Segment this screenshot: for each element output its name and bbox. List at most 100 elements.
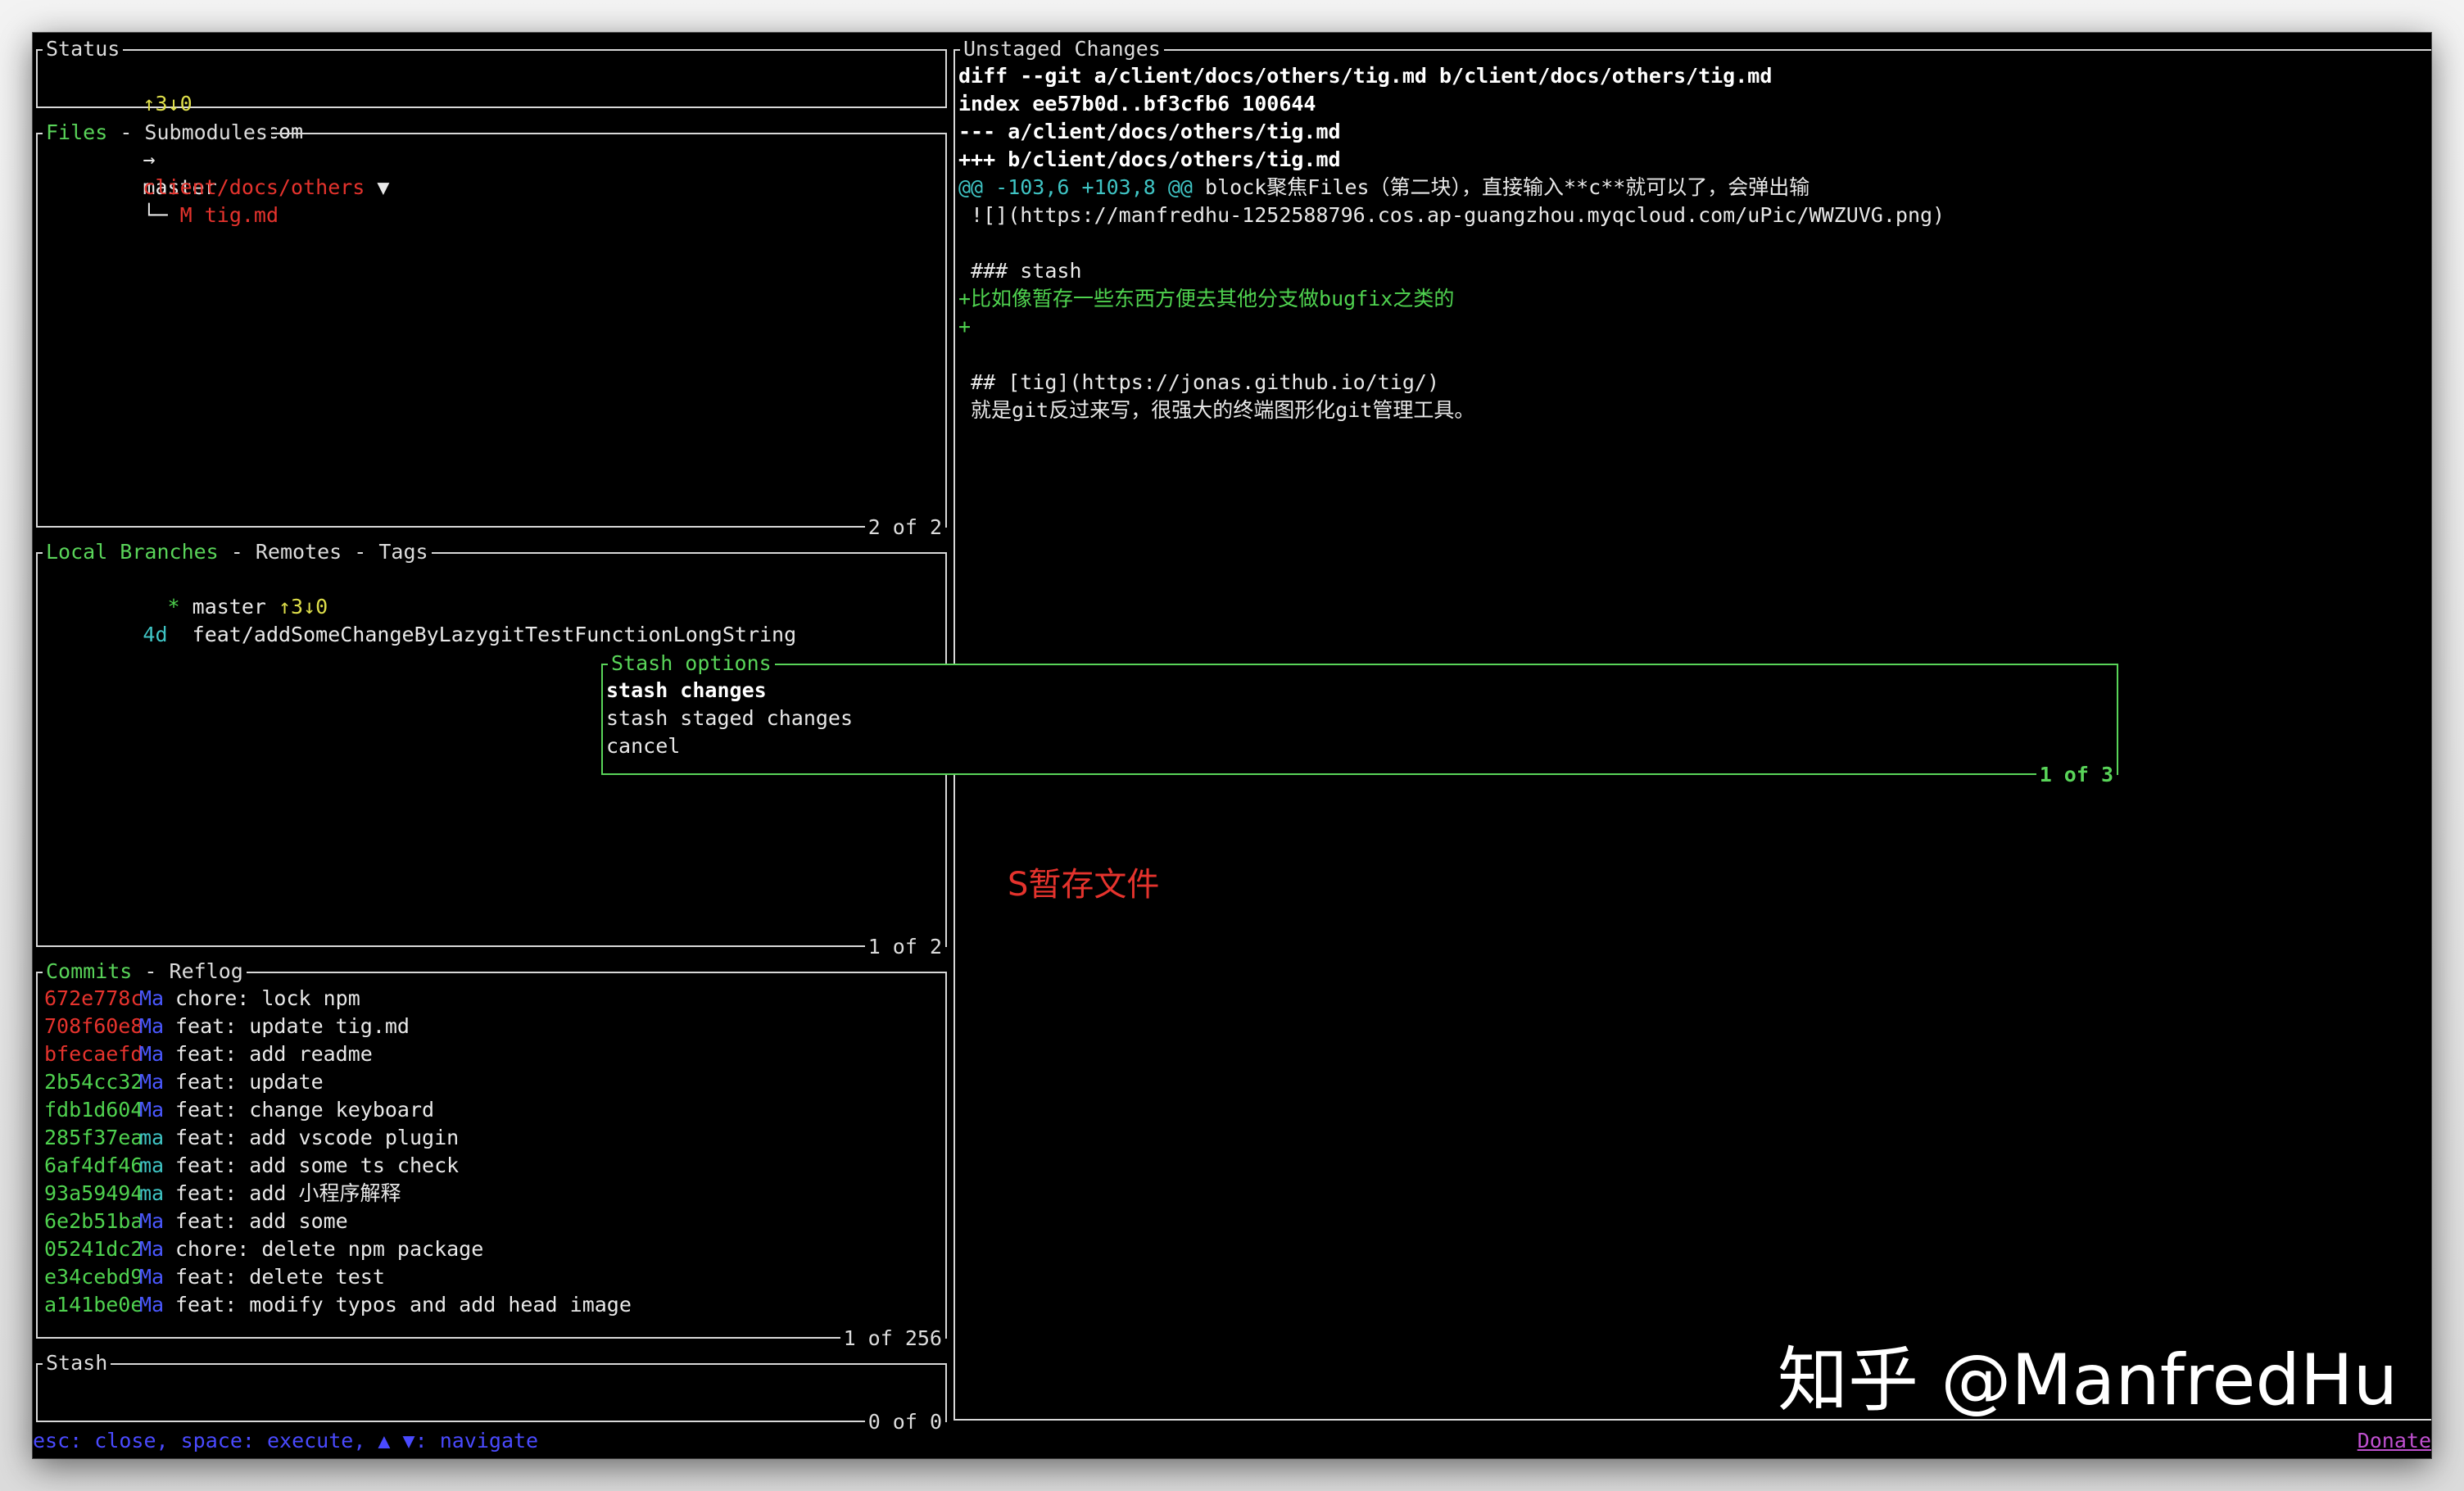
commit-author: ma — [139, 1181, 165, 1205]
commit-author: Ma — [139, 1014, 165, 1038]
menu-item-stash-changes[interactable]: stash changes — [606, 677, 767, 705]
commit-message: feat: add 小程序解释 — [175, 1181, 401, 1205]
commit-hash: 6e2b51ba — [44, 1209, 143, 1233]
status-panel[interactable]: Status ↑3↓0 manfredhu.com → master — [36, 35, 947, 199]
commit-row[interactable]: e34cebd9 Ma feat: delete test — [44, 1263, 385, 1291]
file-tree-directory[interactable]: client/docs/others ▼ — [44, 146, 389, 199]
popup-title: Stash options — [608, 650, 775, 678]
diff-panel-title: Unstaged Changes — [960, 35, 1164, 63]
menu-item-cancel[interactable]: cancel — [606, 732, 680, 760]
branches-panel-counter: 1 of 2 — [864, 933, 945, 961]
commit-row[interactable]: 6e2b51ba Ma feat: add some — [44, 1208, 348, 1235]
commit-row[interactable]: 2b54cc32 Ma feat: update — [44, 1068, 324, 1096]
commit-hash: 2b54cc32 — [44, 1070, 143, 1094]
commit-author: ma — [139, 1153, 165, 1177]
commit-message: chore: lock npm — [175, 986, 360, 1010]
commit-row[interactable]: a141be0e Ma feat: modify typos and add hea… — [44, 1291, 632, 1319]
branch-age: 4d — [143, 623, 192, 646]
chevron-down-icon: ▼ — [377, 175, 390, 199]
branch-row[interactable]: * master ↑3↓0 — [44, 565, 328, 619]
commit-row[interactable]: 708f60e8 Ma feat: update tig.md — [44, 1013, 410, 1040]
diff-line: ![](https://manfredhu-1252588796.cos.ap-… — [958, 203, 1945, 227]
terminal-window: Status ↑3↓0 manfredhu.com → master Files… — [33, 33, 2431, 1458]
commit-message: chore: delete npm package — [175, 1237, 484, 1261]
commit-author: Ma — [139, 1237, 165, 1261]
diff-line: ### stash — [958, 259, 1082, 283]
diff-line: diff --git a/client/docs/others/tig.md b… — [958, 64, 1773, 88]
screenshot-background: Status ↑3↓0 manfredhu.com → master Files… — [0, 0, 2464, 1491]
commit-hash: 05241dc2 — [44, 1237, 143, 1261]
commit-message: feat: delete test — [175, 1265, 385, 1289]
diff-line: +++ b/client/docs/others/tig.md — [958, 147, 1341, 171]
commit-hash: 672e778c — [44, 986, 143, 1010]
stash-options-popup[interactable]: Stash options stash changes stash staged… — [601, 650, 2118, 789]
commit-hash: 6af4df46 — [44, 1153, 143, 1177]
commit-hash: 285f37ea — [44, 1126, 143, 1149]
commit-row[interactable]: 672e778c Ma chore: lock npm — [44, 985, 360, 1013]
commit-message: feat: update tig.md — [175, 1014, 410, 1038]
commit-row[interactable]: 93a59494 ma feat: add 小程序解释 — [44, 1180, 401, 1208]
commit-author: Ma — [139, 1042, 165, 1066]
file-name: tig.md — [204, 203, 279, 227]
zhihu-watermark: 知乎 @ManfredHu — [1778, 1339, 2398, 1421]
tab-local-branches[interactable]: Local Branches — [46, 540, 219, 564]
file-tree-item[interactable]: └─ M tig.md — [44, 174, 279, 227]
tab-remotes-tags[interactable]: - Remotes - Tags — [219, 540, 428, 564]
files-panel-counter: 2 of 2 — [864, 514, 945, 542]
key-hints-bar: esc: close, space: execute, ▲ ▼: navigat… — [33, 1427, 2431, 1455]
commit-hash: bfecaefd — [44, 1042, 143, 1066]
commit-message: feat: add readme — [175, 1042, 373, 1066]
commit-author: Ma — [139, 1209, 165, 1233]
tree-connector-icon: └─ — [143, 203, 168, 227]
diff-line: ## [tig](https://jonas.github.io/tig/) — [958, 370, 1439, 394]
commit-row[interactable]: 05241dc2 Ma chore: delete npm package — [44, 1235, 483, 1263]
commit-author: Ma — [139, 1293, 165, 1317]
branch-row[interactable]: 4d feat/addSomeChangeByLazygitTestFuncti… — [44, 593, 796, 646]
commit-hash: 93a59494 — [44, 1181, 143, 1205]
diff-line: @@ -103,6 +103,8 @@ block聚焦Files（第二块），直接… — [958, 175, 1810, 199]
commit-author: ma — [139, 1126, 165, 1149]
diff-line: + — [958, 315, 972, 338]
commit-message: feat: add vscode plugin — [175, 1126, 460, 1149]
commit-message: feat: modify typos and add head image — [175, 1293, 632, 1317]
diff-line: index ee57b0d..bf3cfb6 100644 — [958, 92, 1316, 116]
commit-message: feat: change keyboard — [175, 1098, 435, 1122]
tab-commits[interactable]: Commits — [46, 959, 132, 983]
commit-author: Ma — [139, 986, 165, 1010]
donate-link[interactable]: Donate — [2358, 1427, 2431, 1455]
popup-counter: 1 of 3 — [2036, 761, 2117, 789]
commit-message: feat: add some — [175, 1209, 348, 1233]
diff-line: 就是git反过来写，很强大的终端图形化git管理工具。 — [958, 398, 1475, 422]
ahead-behind-indicator: ↑3↓0 — [143, 92, 192, 116]
branch-name: feat/addSomeChangeByLazygitTestFunctionL… — [192, 623, 797, 646]
commit-author: Ma — [139, 1265, 165, 1289]
commit-hash: fdb1d604 — [44, 1098, 143, 1122]
commit-hash: e34cebd9 — [44, 1265, 143, 1289]
file-status-badge: M — [179, 203, 192, 227]
tab-reflog[interactable]: - Reflog — [132, 959, 242, 983]
files-panel[interactable]: Files - Submodules client/docs/others ▼ … — [36, 119, 947, 542]
branches-panel-title: Local Branches - Remotes - Tags — [43, 538, 432, 566]
commit-message: feat: update — [175, 1070, 324, 1094]
commit-row[interactable]: bfecaefd Ma feat: add readme — [44, 1040, 373, 1068]
commit-row[interactable]: 6af4df46 ma feat: add some ts check — [44, 1152, 459, 1180]
status-panel-title: Status — [43, 35, 124, 63]
commit-message: feat: add some ts check — [175, 1153, 460, 1177]
commits-panel-title: Commits - Reflog — [43, 958, 247, 986]
key-hints: esc: close, space: execute, ▲ ▼: navigat… — [33, 1429, 539, 1452]
commit-author: Ma — [139, 1098, 165, 1122]
annotation-label: S暂存文件 — [1008, 866, 1160, 904]
commit-author: Ma — [139, 1070, 165, 1094]
tab-files[interactable]: Files — [46, 120, 107, 144]
diff-line: --- a/client/docs/others/tig.md — [958, 120, 1341, 143]
commits-panel-counter: 1 of 256 — [840, 1325, 945, 1353]
commits-panel[interactable]: Commits - Reflog 672e778c Ma chore: lock n… — [36, 958, 947, 1353]
stash-panel[interactable]: Stash 0 of 0 — [36, 1349, 947, 1436]
commit-row[interactable]: 285f37ea ma feat: add vscode plugin — [44, 1124, 459, 1152]
status-line: ↑3↓0 manfredhu.com → master — [44, 62, 303, 199]
menu-item-stash-staged-changes[interactable]: stash staged changes — [606, 705, 853, 732]
commit-row[interactable]: fdb1d604 Ma feat: change keyboard — [44, 1096, 434, 1124]
commit-hash: a141be0e — [44, 1293, 143, 1317]
commit-hash: 708f60e8 — [44, 1014, 143, 1038]
tab-submodules[interactable]: - Submodules — [107, 120, 268, 144]
